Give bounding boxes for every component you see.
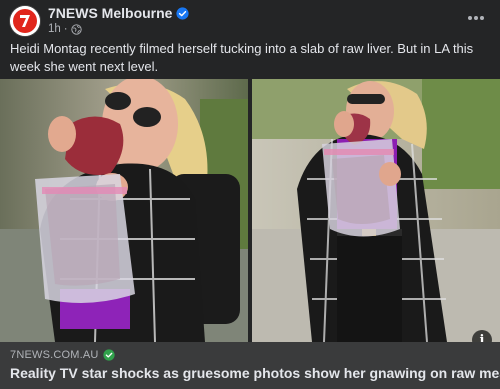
link-headline[interactable]: Reality TV star shocks as gruesome photo… [10, 365, 500, 381]
globe-icon [70, 23, 82, 35]
more-options-button[interactable] [462, 6, 490, 30]
link-preview[interactable]: 7NEWS.COM.AU Reality TV star shocks as g… [0, 342, 500, 389]
page-name[interactable]: 7NEWS Melbourne [48, 5, 172, 21]
post-header: 7NEWS Melbourne 1h · [0, 0, 500, 40]
seven-news-logo [10, 6, 40, 36]
photo-woman-biting-meat-closeup [0, 79, 248, 342]
page-avatar[interactable] [10, 6, 40, 36]
verified-badge-icon [176, 6, 190, 20]
link-domain: 7NEWS.COM.AU [10, 349, 99, 361]
post-caption: Heidi Montag recently filmed herself tuc… [10, 41, 474, 74]
page-name-row: 7NEWS Melbourne [48, 5, 190, 21]
meta-separator: · [63, 23, 68, 35]
post-time[interactable]: 1h [48, 23, 61, 35]
check-circle-icon [102, 349, 115, 361]
post-photo-right[interactable] [252, 79, 500, 342]
more-options-icon [468, 16, 484, 20]
post-meta: 1h · [48, 23, 82, 35]
photo-woman-eating-meat-full-body [252, 79, 500, 342]
post-photo-left[interactable] [0, 79, 248, 342]
link-domain-row: 7NEWS.COM.AU [10, 349, 115, 361]
facebook-post: 7NEWS Melbourne 1h · Heidi Montag recent… [0, 0, 500, 389]
